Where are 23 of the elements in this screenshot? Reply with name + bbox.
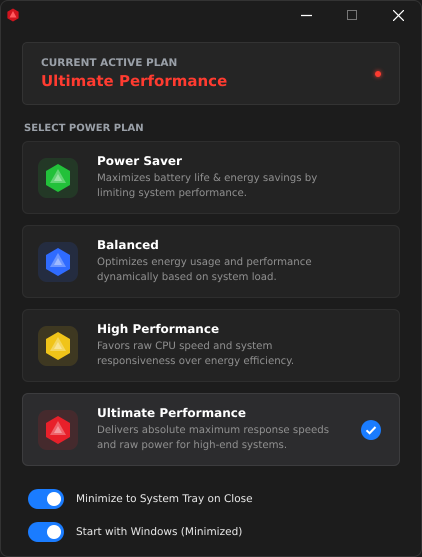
plan-description: Favors raw CPU speed and system responsiveness over energy efficiency.: [97, 340, 296, 369]
plan-title: High Performance: [97, 322, 220, 336]
plan-description: Delivers absolute maximum response speeds and raw power for high-end systems.: [97, 424, 330, 453]
setting-label: Start with Windows (Minimized): [76, 526, 242, 538]
plan-card[interactable]: Power Saver Maximizes battery life & energy savings by limiting system performance.: [22, 141, 400, 214]
app-icon: [6, 8, 20, 22]
setting-label: Minimize to System Tray on Close: [76, 493, 253, 505]
plan-description: Optimizes energy usage and performance dynamically based on system load.: [97, 256, 313, 285]
plan-card[interactable]: Balanced Optimizes energy usage and performance dynamically based on system load.: [22, 225, 400, 298]
active-plan-name: Ultimate Performance: [41, 72, 228, 90]
maximize-icon: [347, 10, 357, 20]
plan-title: Power Saver: [97, 154, 183, 168]
plan-title: Ultimate Performance: [97, 406, 247, 420]
plan-title: Balanced: [97, 238, 160, 252]
active-plan-label: CURRENT ACTIVE PLAN: [41, 57, 178, 69]
plan-card[interactable]: Ultimate Performance Delivers absolute maximum response speeds and raw power for high-end systems.: [22, 393, 400, 466]
section-title: SELECT POWER PLAN: [24, 123, 145, 134]
plan-card[interactable]: High Performance Favors raw CPU speed and system responsiveness over energy efficiency.: [22, 309, 400, 382]
check-icon: [361, 420, 381, 440]
toggle-switch[interactable]: [28, 489, 64, 509]
plan-description: Maximizes battery life & energy savings by limiting system performance.: [97, 172, 318, 201]
close-icon: [392, 10, 404, 20]
toggle-switch[interactable]: [28, 522, 64, 542]
